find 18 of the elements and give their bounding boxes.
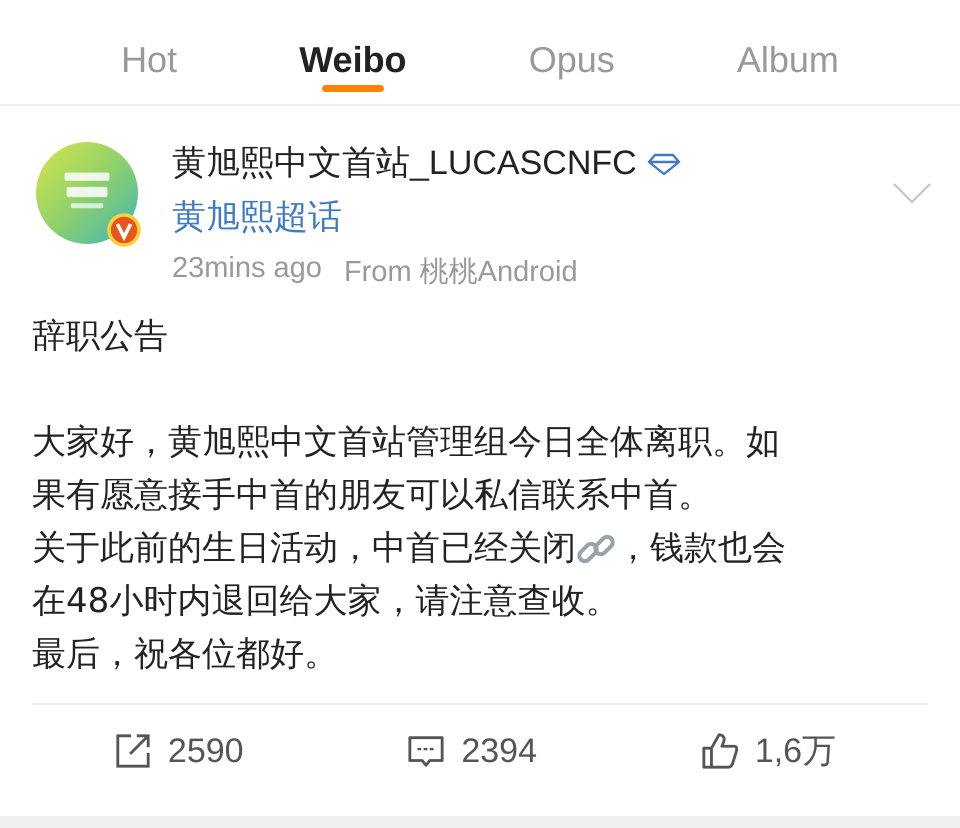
post-text: 辞职公告 <box>32 315 168 358</box>
post-source: From 桃桃Android <box>344 255 578 290</box>
topic-link[interactable]: 黄旭熙超话 <box>172 197 342 237</box>
action-button[interactable]: 1,6万 <box>694 727 842 775</box>
diamond-icon <box>646 152 681 176</box>
action-button[interactable]: 2590 <box>108 730 250 772</box>
author-name[interactable]: 黄旭熙中文首站_LUCASCNFC <box>172 144 637 182</box>
tab[interactable]: Weibo <box>287 0 419 104</box>
post-text: 大家好，黄旭熙中文首站管理组今日全体离职。如 <box>32 421 780 464</box>
post-text: ，钱款也会 <box>616 527 786 570</box>
post-text: 在48小时内退回给大家，请注意查收。 <box>32 580 620 623</box>
post-time: 23mins ago <box>172 252 322 286</box>
post-text: 果有愿意接手中首的朋友可以私信联系中首。 <box>32 474 712 517</box>
action-button[interactable]: 2394 <box>401 730 543 772</box>
share-icon <box>114 732 152 770</box>
post-text: 最后，祝各位都好。 <box>32 633 338 676</box>
post-text: 关于此前的生日活动，中首已经关闭 <box>32 527 576 570</box>
thumbs-up-icon <box>700 732 739 770</box>
